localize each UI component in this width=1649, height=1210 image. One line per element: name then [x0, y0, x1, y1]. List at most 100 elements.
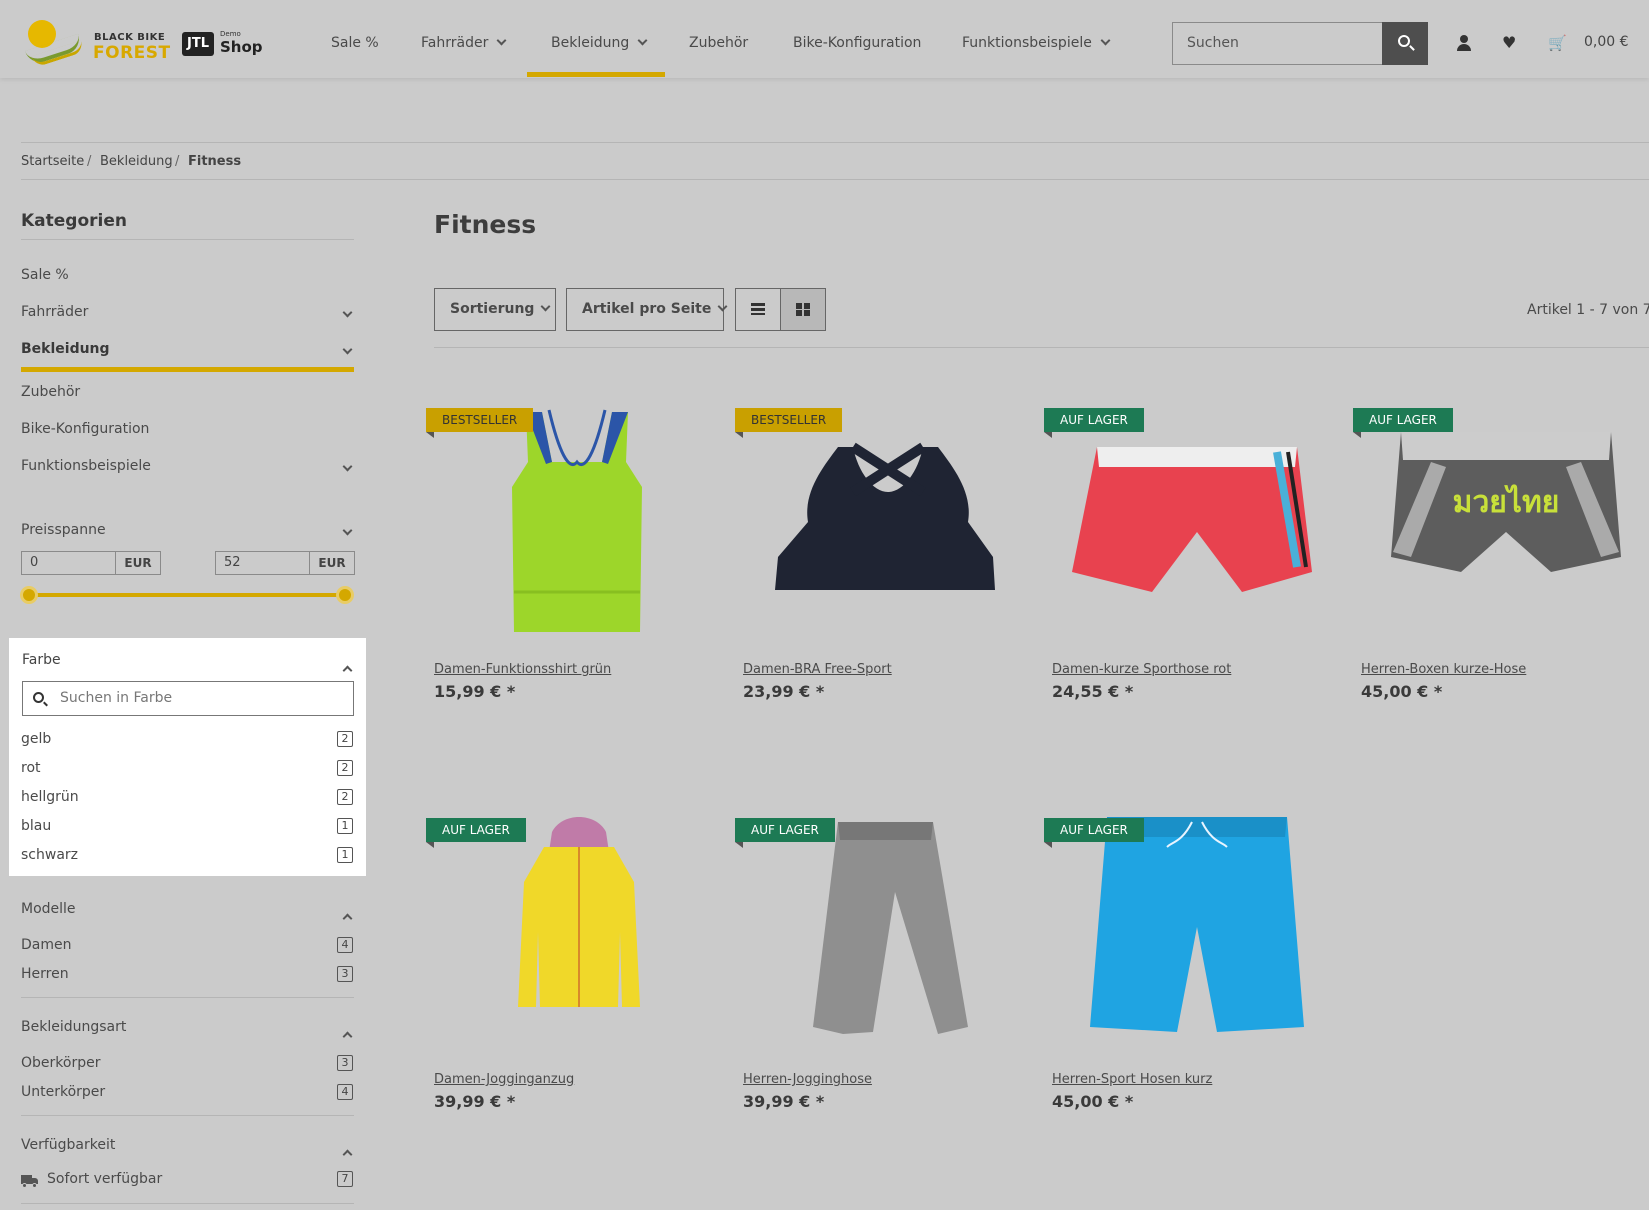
filter-divider	[21, 1115, 354, 1116]
price-min-unit: EUR	[115, 552, 160, 574]
breadcrumb-current: Fitness	[188, 154, 242, 169]
logo-text-line2: FOREST	[93, 43, 171, 63]
nav-item-bike-konfiguration[interactable]: Bike-Konfiguration	[793, 28, 921, 58]
cart-total[interactable]: 0,00 €	[1584, 34, 1629, 50]
breadcrumb-separator: /	[175, 154, 180, 169]
filter-bekleidungsart-oberkoerper[interactable]: Oberkörper	[21, 1055, 100, 1071]
bekleidungsart-filter-title[interactable]: Bekleidungsart	[21, 1019, 126, 1035]
grid-view-icon	[796, 303, 810, 316]
verfuegbarkeit-filter-title[interactable]: Verfügbarkeit	[21, 1137, 115, 1153]
price-slider-max-handle[interactable]	[336, 586, 354, 604]
product-price: 39,99 € *	[434, 1092, 516, 1111]
filter-count-badge: 2	[337, 731, 353, 747]
sidebar-item-fahrraeder[interactable]: Fahrräder	[21, 304, 88, 320]
sidebar-item-funktionsbeispiele[interactable]: Funktionsbeispiele	[21, 458, 151, 474]
product-name[interactable]: Damen-Funktionsshirt grün	[434, 662, 611, 677]
filter-sofort-verfuegbar[interactable]: Sofort verfügbar	[47, 1171, 162, 1187]
sidebar-item-bekleidung[interactable]: Bekleidung	[21, 341, 110, 357]
filter-farbe-blau[interactable]: blau	[21, 818, 51, 834]
jtl-logo-shop: Shop	[220, 38, 263, 56]
heart-icon[interactable]: ♥	[1502, 34, 1520, 52]
breadcrumb-bekleidung[interactable]: Bekleidung	[100, 154, 173, 169]
nav-item-fahrraeder[interactable]: Fahrräder	[421, 28, 507, 58]
product-card[interactable]: BESTSELLER Damen-Funktionsshirt grün 15,…	[426, 392, 724, 722]
breadcrumb-home[interactable]: Startseite	[21, 154, 84, 169]
price-max-input[interactable]: 52 EUR	[215, 551, 355, 575]
bestseller-badge: BESTSELLER	[735, 408, 843, 438]
nav-label: Fahrräder	[421, 35, 489, 51]
product-card[interactable]: AUF LAGER มวยไทย Herren-Boxen kurze-Hose…	[1353, 392, 1649, 722]
product-card[interactable]: BESTSELLER Damen-BRA Free-Sport 23,99 € …	[735, 392, 1033, 722]
chevron-down-icon[interactable]	[342, 458, 353, 477]
chevron-down-icon[interactable]	[342, 304, 353, 323]
filter-count-badge: 3	[337, 1055, 353, 1071]
product-name[interactable]: Herren-Sport Hosen kurz	[1052, 1072, 1212, 1087]
user-icon[interactable]	[1455, 34, 1473, 52]
article-count: Artikel 1 - 7 von 7	[1527, 302, 1649, 318]
product-card[interactable]: AUF LAGER Damen-kurze Sporthose rot 24,5…	[1044, 392, 1342, 722]
product-card[interactable]: AUF LAGER Herren-Jogginghose 39,99 € *	[735, 802, 1033, 1132]
product-name[interactable]: Damen-BRA Free-Sport	[743, 662, 892, 677]
search-placeholder: Suchen	[1187, 35, 1239, 51]
chevron-up-icon[interactable]	[342, 658, 353, 677]
nav-label: Zubehör	[689, 35, 749, 51]
product-name[interactable]: Herren-Boxen kurze-Hose	[1361, 662, 1526, 677]
farbe-filter-title[interactable]: Farbe	[22, 652, 61, 668]
nav-item-funktionsbeispiele[interactable]: Funktionsbeispiele	[962, 28, 1111, 58]
per-page-dropdown[interactable]: Artikel pro Seite	[566, 288, 728, 331]
chevron-up-icon[interactable]	[342, 1024, 353, 1043]
grid-view-button[interactable]	[780, 288, 826, 331]
sidebar-item-bike-konfiguration[interactable]: Bike-Konfiguration	[21, 421, 149, 437]
chevron-up-icon[interactable]	[342, 906, 353, 925]
black-bike-forest-logo[interactable]: BLACK BIKE FOREST	[24, 18, 170, 68]
price-slider-track[interactable]	[29, 593, 345, 597]
search-button[interactable]	[1382, 22, 1428, 65]
product-price: 23,99 € *	[743, 682, 825, 701]
nav-item-sale[interactable]: Sale %	[331, 28, 379, 58]
cart-icon[interactable]: 🛒	[1548, 34, 1567, 52]
nav-label: Bike-Konfiguration	[793, 35, 922, 51]
sidebar-item-zubehoer[interactable]: Zubehör	[21, 384, 80, 400]
filter-farbe-schwarz[interactable]: schwarz	[21, 847, 78, 863]
filter-farbe-rot[interactable]: rot	[21, 760, 41, 776]
farbe-search-input[interactable]: Suchen in Farbe	[22, 681, 354, 716]
price-filter-title[interactable]: Preisspanne	[21, 522, 106, 538]
product-card[interactable]: AUF LAGER Damen-Jogginganzug 39,99 € *	[426, 802, 724, 1132]
nav-item-zubehoer[interactable]: Zubehör	[689, 28, 748, 58]
nav-label: Sale %	[331, 35, 379, 51]
filter-modelle-herren[interactable]: Herren	[21, 966, 69, 982]
price-min-input[interactable]: 0 EUR	[21, 551, 161, 575]
filter-bekleidungsart-unterkoerper[interactable]: Unterkörper	[21, 1084, 105, 1100]
chevron-down-icon[interactable]	[342, 522, 353, 541]
chevron-down-icon[interactable]	[342, 341, 353, 360]
nav-label: Bekleidung	[551, 35, 630, 51]
sidebar-item-sale[interactable]: Sale %	[21, 267, 69, 283]
chevron-down-icon	[541, 301, 551, 312]
filter-count-badge: 1	[337, 818, 353, 834]
filter-count-badge: 2	[337, 789, 353, 805]
chevron-up-icon[interactable]	[342, 1142, 353, 1161]
product-name[interactable]: Damen-Jogginganzug	[434, 1072, 574, 1087]
in-stock-badge: AUF LAGER	[426, 818, 526, 848]
product-price: 45,00 € *	[1052, 1092, 1134, 1111]
sidebar-title: Kategorien	[21, 211, 127, 231]
logo-text-line1: BLACK BIKE	[94, 32, 166, 43]
jtl-demo-shop-logo[interactable]: JTL Demo Shop	[182, 30, 282, 60]
price-max-unit: EUR	[309, 552, 354, 574]
svg-text:มวยไทย: มวยไทย	[1453, 484, 1560, 520]
product-name[interactable]: Herren-Jogginghose	[743, 1072, 872, 1087]
filter-count-badge: 4	[337, 937, 353, 953]
page-title: Fitness	[434, 210, 537, 239]
modelle-filter-title[interactable]: Modelle	[21, 901, 76, 917]
sort-dropdown[interactable]: Sortierung	[434, 288, 556, 331]
filter-farbe-hellgruen[interactable]: hellgrün	[21, 789, 79, 805]
filter-farbe-gelb[interactable]: gelb	[21, 731, 51, 747]
farbe-search-placeholder: Suchen in Farbe	[60, 690, 173, 706]
nav-item-bekleidung[interactable]: Bekleidung	[551, 28, 648, 58]
list-view-button[interactable]	[735, 288, 781, 331]
product-name[interactable]: Damen-kurze Sporthose rot	[1052, 662, 1231, 677]
filter-modelle-damen[interactable]: Damen	[21, 937, 71, 953]
product-card[interactable]: AUF LAGER Herren-Sport Hosen kurz 45,00 …	[1044, 802, 1342, 1132]
price-slider-min-handle[interactable]	[20, 586, 38, 604]
filter-count-badge: 4	[337, 1084, 353, 1100]
